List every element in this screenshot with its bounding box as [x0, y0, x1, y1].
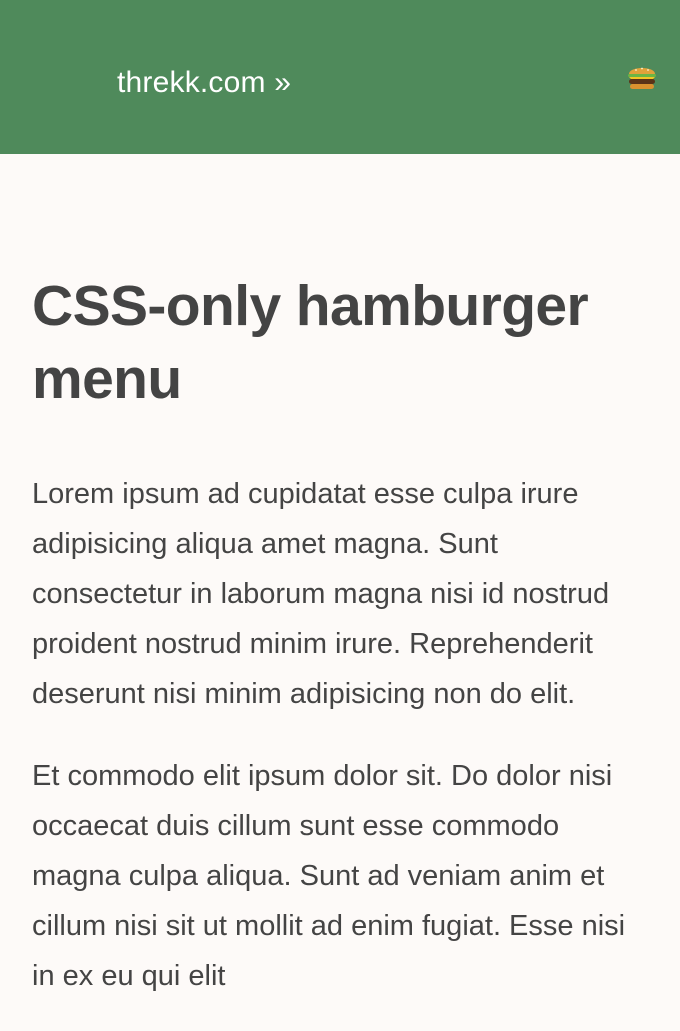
site-home-link[interactable]: threkk.com » — [117, 63, 291, 103]
page-title: CSS-only hamburger menu — [32, 274, 589, 411]
article: CSS-only hamburger menu Lorem ipsum ad c… — [0, 270, 680, 1001]
site-header: threkk.com » — [0, 0, 680, 154]
paragraph-2: Et commodo elit ipsum dolor sit. Do dolo… — [32, 760, 626, 992]
paragraph-1: Lorem ipsum ad cupidatat esse culpa irur… — [32, 478, 610, 710]
hamburger-menu-button[interactable] — [626, 62, 658, 92]
hamburger-icon — [628, 67, 656, 89]
